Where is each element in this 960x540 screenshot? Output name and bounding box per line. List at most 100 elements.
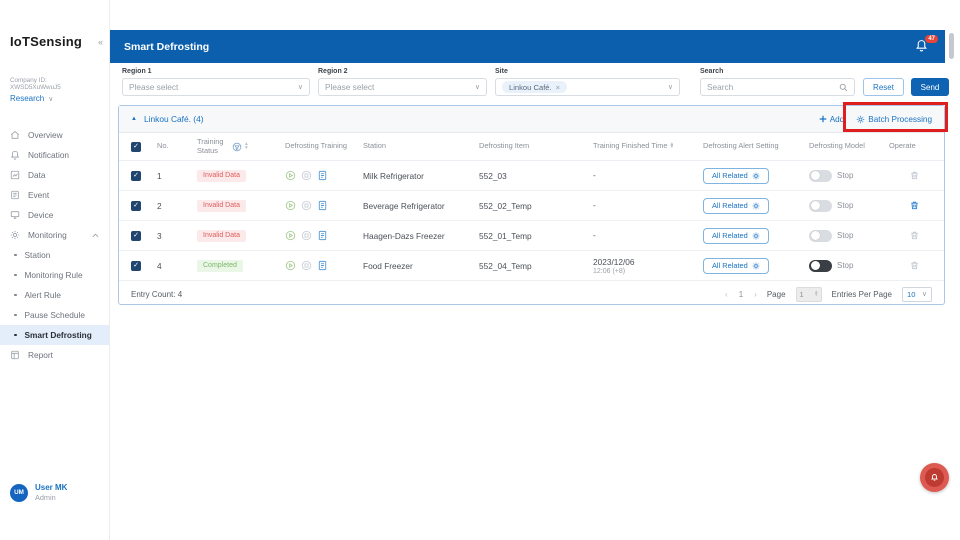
row-checkbox[interactable]: ✓ xyxy=(131,201,141,211)
sort-icon[interactable]: ▴▾ xyxy=(245,143,248,149)
chevron-down-icon: ∨ xyxy=(475,83,480,91)
toggle-label: Stop xyxy=(837,171,853,180)
start-training-icon[interactable] xyxy=(285,230,296,241)
filter-icon[interactable] xyxy=(232,142,242,152)
entries-per-page-label: Entries Per Page xyxy=(832,290,892,299)
region1-select[interactable]: Please select ∨ xyxy=(122,78,310,96)
training-log-icon[interactable] xyxy=(317,170,328,181)
defrosting-model-toggle[interactable] xyxy=(809,170,832,182)
sidebar-item-report[interactable]: Report xyxy=(0,345,109,365)
delete-icon[interactable] xyxy=(909,200,920,211)
finished-time: 2023/12/06 xyxy=(593,257,699,267)
page-label: Page xyxy=(767,290,786,299)
select-all-checkbox[interactable]: ✓ xyxy=(131,142,141,152)
region1-placeholder: Please select xyxy=(129,82,293,92)
table-header-row: ✓ No. Training Status ▴▾ Defrosting Trai… xyxy=(119,133,944,161)
add-button[interactable]: Add xyxy=(819,115,845,124)
gear-icon xyxy=(752,262,760,270)
remove-tag-icon[interactable]: × xyxy=(556,83,560,92)
start-training-icon[interactable] xyxy=(285,200,296,211)
bullet-icon xyxy=(14,294,17,297)
collapse-triangle-icon: ▲ xyxy=(131,116,137,122)
sort-icon[interactable]: ▴▾ xyxy=(670,143,673,149)
notification-bell-button[interactable]: 47 xyxy=(915,39,931,55)
site-label: Site xyxy=(495,68,692,75)
sidebar-collapse-icon[interactable]: « xyxy=(98,37,103,47)
all-related-label: All Related xyxy=(712,201,748,210)
sidebar-item-overview[interactable]: Overview xyxy=(0,125,109,145)
sidebar-item-smart-defrosting[interactable]: Smart Defrosting xyxy=(0,325,109,345)
sidebar-item-monitoring[interactable]: Monitoring xyxy=(0,225,109,245)
row-checkbox[interactable]: ✓ xyxy=(131,231,141,241)
sidebar-item-alert-rule[interactable]: Alert Rule xyxy=(0,285,109,305)
sidebar-item-pause-schedule[interactable]: Pause Schedule xyxy=(0,305,109,325)
delete-icon[interactable] xyxy=(909,230,920,241)
sidebar-item-device[interactable]: Device xyxy=(0,205,109,225)
all-related-button[interactable]: All Related xyxy=(703,168,769,184)
defrosting-model-toggle[interactable] xyxy=(809,260,832,272)
table-row: ✓ 2 Invalid Data Beverage Refrigerator 5… xyxy=(119,191,944,221)
page-input-value: 1 xyxy=(800,290,804,299)
defrosting-item: 552_04_Temp xyxy=(479,261,593,271)
region2-label: Region 2 xyxy=(318,68,487,75)
all-related-button[interactable]: All Related xyxy=(703,258,769,274)
all-related-button[interactable]: All Related xyxy=(703,228,769,244)
prev-page-button[interactable]: ‹ xyxy=(725,290,728,299)
sidebar-item-label: Notification xyxy=(28,150,99,160)
delete-icon[interactable] xyxy=(909,170,920,181)
stop-training-icon xyxy=(301,200,312,211)
region1-label: Region 1 xyxy=(122,68,310,75)
station-name: Beverage Refrigerator xyxy=(363,201,479,211)
page-number[interactable]: 1 xyxy=(739,290,743,299)
training-log-icon[interactable] xyxy=(317,230,328,241)
search-input[interactable] xyxy=(707,82,834,92)
org-selector[interactable]: Research ∨ xyxy=(10,94,99,103)
brand-logo: IoTSensing xyxy=(10,34,82,49)
col-operate: Operate xyxy=(889,142,916,151)
gear-icon xyxy=(856,115,865,124)
training-log-icon[interactable] xyxy=(317,200,328,211)
defrosting-model-toggle[interactable] xyxy=(809,230,832,242)
alarm-fab-button[interactable] xyxy=(920,463,949,492)
sidebar-item-data[interactable]: Data xyxy=(0,165,109,185)
scrollbar-thumb[interactable] xyxy=(949,33,954,59)
start-training-icon[interactable] xyxy=(285,170,296,181)
filter-bar: Region 1 Please select ∨ Region 2 Please… xyxy=(122,68,945,96)
chevron-down-icon: ∨ xyxy=(48,95,53,103)
site-select[interactable]: Linkou Café. × ∨ xyxy=(495,78,680,96)
send-button[interactable]: Send xyxy=(911,78,949,96)
notification-count-badge: 47 xyxy=(925,35,938,43)
region2-placeholder: Please select xyxy=(325,82,470,92)
stop-training-icon xyxy=(301,260,312,271)
sidebar-item-monitoring-rule[interactable]: Monitoring Rule xyxy=(0,265,109,285)
start-training-icon[interactable] xyxy=(285,260,296,271)
col-defrosting-training: Defrosting Training xyxy=(285,142,347,151)
table-row: ✓ 1 Invalid Data Milk Refrigerator 552_0… xyxy=(119,161,944,191)
sidebar-item-label: Overview xyxy=(28,130,99,140)
reset-button[interactable]: Reset xyxy=(863,78,904,96)
entries-per-page-select[interactable]: 10 ∨ xyxy=(902,287,932,302)
sidebar-item-notification[interactable]: Notification xyxy=(0,145,109,165)
page-input[interactable]: 1 ▴▾ xyxy=(796,287,822,302)
row-checkbox[interactable]: ✓ xyxy=(131,171,141,181)
sidebar-item-event[interactable]: Event xyxy=(0,185,109,205)
region2-select[interactable]: Please select ∨ xyxy=(318,78,487,96)
row-checkbox[interactable]: ✓ xyxy=(131,261,141,271)
next-page-button[interactable]: › xyxy=(754,290,757,299)
all-related-button[interactable]: All Related xyxy=(703,198,769,214)
sidebar-item-station[interactable]: Station xyxy=(0,245,109,265)
group-collapse-toggle[interactable]: ▲ Linkou Café. (4) xyxy=(131,114,204,124)
batch-processing-button[interactable]: Batch Processing xyxy=(856,115,932,124)
training-log-icon[interactable] xyxy=(317,260,328,271)
sidebar-sub-label: Station xyxy=(25,250,51,260)
delete-icon[interactable] xyxy=(909,260,920,271)
table-footer: Entry Count: 4 ‹ 1 › Page 1 ▴▾ Entries P… xyxy=(119,281,944,307)
sidebar-nav: Overview Notification Data Event Device … xyxy=(0,125,109,365)
user-profile[interactable]: UM User MK Admin xyxy=(10,483,67,502)
defrosting-model-toggle[interactable] xyxy=(809,200,832,212)
row-number: 1 xyxy=(157,171,197,181)
report-icon xyxy=(10,350,20,360)
finished-time-sub: 12:06 (+8) xyxy=(593,268,699,275)
search-label: Search xyxy=(700,68,855,75)
sidebar-sub-label: Alert Rule xyxy=(25,290,61,300)
